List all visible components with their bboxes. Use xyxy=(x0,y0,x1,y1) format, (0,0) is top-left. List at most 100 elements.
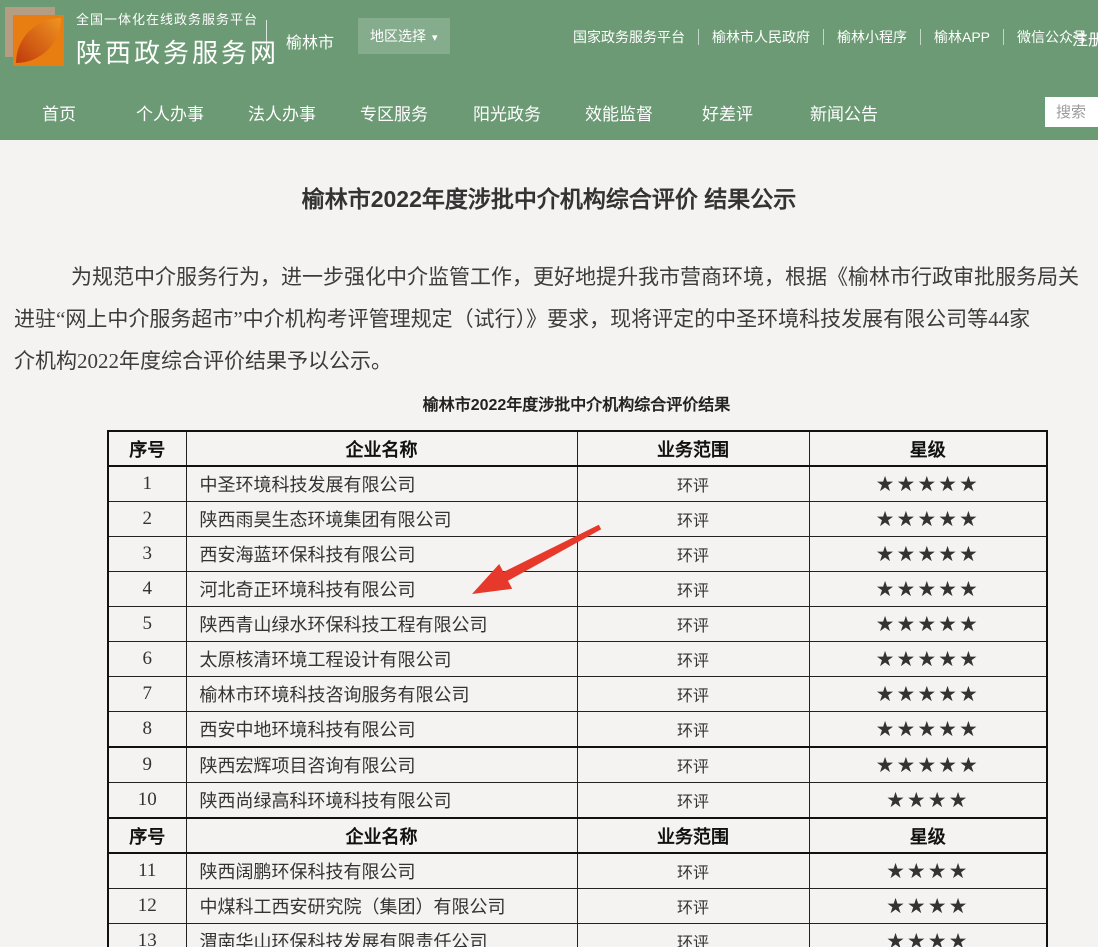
header-link[interactable]: 榆林市人民政府 xyxy=(712,27,810,47)
table-cell: 环评 xyxy=(577,889,809,924)
table-cell: 10 xyxy=(108,783,186,819)
table-cell: 陕西尚绿高科环境科技有限公司 xyxy=(186,783,577,819)
table-cell: 环评 xyxy=(577,853,809,889)
table-cell: 环评 xyxy=(577,924,809,947)
platform-label: 全国一体化在线政务服务平台 xyxy=(76,9,279,28)
table-cell: ★★★★★ xyxy=(809,607,1047,642)
table-cell: ★★★★ xyxy=(809,889,1047,924)
table-cell: ★★★★ xyxy=(809,783,1047,819)
nav-item[interactable]: 效能监督 xyxy=(585,100,653,125)
table-row: 3西安海蓝环保科技有限公司环评★★★★★ xyxy=(108,537,1047,572)
search-input[interactable] xyxy=(1045,97,1098,127)
table-cell: 5 xyxy=(108,607,186,642)
site-name: 陕西政务服务网 xyxy=(76,33,279,70)
page: 全国一体化在线政务服务平台 陕西政务服务网 榆林市 地区选择 ▾ 国家政务服务平台… xyxy=(0,0,1098,947)
table-row: 5陕西青山绿水环保科技工程有限公司环评★★★★★ xyxy=(108,607,1047,642)
table-cell: ★★★★★ xyxy=(809,747,1047,783)
header-link[interactable]: 榆林APP xyxy=(934,27,990,47)
column-header: 序号 xyxy=(108,818,186,853)
nav-item[interactable]: 新闻公告 xyxy=(810,100,878,125)
header-links: 国家政务服务平台榆林市人民政府榆林小程序榆林APP微信公众号 xyxy=(573,27,1087,47)
table-cell: 陕西雨昊生态环境集团有限公司 xyxy=(186,502,577,537)
table-cell: ★★★★★ xyxy=(809,677,1047,712)
table-cell: 3 xyxy=(108,537,186,572)
table-row: 6太原核清环境工程设计有限公司环评★★★★★ xyxy=(108,642,1047,677)
table-cell: ★★★★ xyxy=(809,924,1047,947)
header-link[interactable]: 国家政务服务平台 xyxy=(573,27,685,47)
table-cell: 环评 xyxy=(577,712,809,748)
table-cell: 13 xyxy=(108,924,186,947)
table-cell: 8 xyxy=(108,712,186,748)
table-row: 8西安中地环境科技有限公司环评★★★★★ xyxy=(108,712,1047,748)
table-cell: 西安海蓝环保科技有限公司 xyxy=(186,537,577,572)
table-cell: ★★★★★ xyxy=(809,642,1047,677)
table-header-row: 序号企业名称业务范围星级 xyxy=(108,818,1047,853)
table-cell: 环评 xyxy=(577,677,809,712)
caret-down-icon: ▾ xyxy=(432,32,438,44)
table-row: 9陕西宏辉项目咨询有限公司环评★★★★★ xyxy=(108,747,1047,783)
table-row: 7榆林市环境科技咨询服务有限公司环评★★★★★ xyxy=(108,677,1047,712)
brand-block: 全国一体化在线政务服务平台 陕西政务服务网 xyxy=(76,9,279,70)
region-select-button[interactable]: 地区选择 ▾ xyxy=(358,18,450,54)
table-cell: ★★★★★ xyxy=(809,502,1047,537)
column-header: 业务范围 xyxy=(577,818,809,853)
column-header: 序号 xyxy=(108,431,186,466)
table-row: 2陕西雨昊生态环境集团有限公司环评★★★★★ xyxy=(108,502,1047,537)
nav-item[interactable]: 好差评 xyxy=(702,100,753,125)
table-row: 11陕西阔鹏环保科技有限公司环评★★★★ xyxy=(108,853,1047,889)
link-separator xyxy=(823,29,824,45)
table-cell: 太原核清环境工程设计有限公司 xyxy=(186,642,577,677)
table-cell: 环评 xyxy=(577,642,809,677)
table-cell: 渭南华山环保科技发展有限责任公司 xyxy=(186,924,577,947)
table-cell: ★★★★★ xyxy=(809,466,1047,502)
table-cell: 6 xyxy=(108,642,186,677)
announcement-line-1: 为规范中介服务行为，进一步强化中介监管工作，更好地提升我市营商环境，根据《榆林市… xyxy=(14,262,1079,292)
register-link[interactable]: 注册 xyxy=(1072,26,1098,50)
announcement-line-2: 进驻“网上中介服务超市”中介机构考评管理规定（试行）》要求，现将评定的中圣环境科… xyxy=(14,304,1030,334)
current-city[interactable]: 榆林市 xyxy=(286,29,334,53)
table-cell: 陕西宏辉项目咨询有限公司 xyxy=(186,747,577,783)
link-separator xyxy=(920,29,921,45)
table-row: 13渭南华山环保科技发展有限责任公司环评★★★★ xyxy=(108,924,1047,947)
table-cell: 环评 xyxy=(577,783,809,819)
column-header: 企业名称 xyxy=(186,431,577,466)
results-table-body: 序号企业名称业务范围星级1中圣环境科技发展有限公司环评★★★★★2陕西雨昊生态环… xyxy=(108,431,1047,947)
main-nav: 首页 个人办事 法人办事 专区服务 阳光政务 效能监督 好差评 新闻公告 xyxy=(0,92,1098,140)
nav-item[interactable]: 法人办事 xyxy=(248,100,316,125)
table-cell: 4 xyxy=(108,572,186,607)
table-row: 10陕西尚绿高科环境科技有限公司环评★★★★ xyxy=(108,783,1047,819)
header-link[interactable]: 榆林小程序 xyxy=(837,27,907,47)
nav-item[interactable]: 专区服务 xyxy=(360,100,428,125)
table-row: 4河北奇正环境科技有限公司环评★★★★★ xyxy=(108,572,1047,607)
table-cell: 7 xyxy=(108,677,186,712)
table-cell: 环评 xyxy=(577,466,809,502)
table-cell: 环评 xyxy=(577,502,809,537)
nav-item[interactable]: 个人办事 xyxy=(136,100,204,125)
table-cell: 12 xyxy=(108,889,186,924)
site-logo-icon[interactable] xyxy=(5,7,67,67)
table-cell: 环评 xyxy=(577,607,809,642)
announcement-line-3: 介机构2022年度综合评价结果予以公示。 xyxy=(14,346,392,376)
column-header: 企业名称 xyxy=(186,818,577,853)
table-cell: 河北奇正环境科技有限公司 xyxy=(186,572,577,607)
table-cell: 陕西青山绿水环保科技工程有限公司 xyxy=(186,607,577,642)
table-cell: 中圣环境科技发展有限公司 xyxy=(186,466,577,502)
table-cell: 1 xyxy=(108,466,186,502)
region-select-label: 地区选择 xyxy=(370,28,426,44)
nav-item[interactable]: 阳光政务 xyxy=(473,100,541,125)
table-cell: 中煤科工西安研究院（集团）有限公司 xyxy=(186,889,577,924)
table-row: 12中煤科工西安研究院（集团）有限公司环评★★★★ xyxy=(108,889,1047,924)
brand-divider xyxy=(266,20,267,58)
table-caption: 榆林市2022年度涉批中介机构综合评价结果 xyxy=(107,391,1046,415)
column-header: 星级 xyxy=(809,431,1047,466)
results-table: 序号企业名称业务范围星级1中圣环境科技发展有限公司环评★★★★★2陕西雨昊生态环… xyxy=(107,430,1048,947)
table-cell: 环评 xyxy=(577,572,809,607)
table-cell: 环评 xyxy=(577,747,809,783)
table-cell: 西安中地环境科技有限公司 xyxy=(186,712,577,748)
table-cell: 2 xyxy=(108,502,186,537)
table-row: 1中圣环境科技发展有限公司环评★★★★★ xyxy=(108,466,1047,502)
table-cell: ★★★★★ xyxy=(809,712,1047,748)
nav-item[interactable]: 首页 xyxy=(42,100,76,125)
link-separator xyxy=(698,29,699,45)
table-cell: ★★★★★ xyxy=(809,537,1047,572)
